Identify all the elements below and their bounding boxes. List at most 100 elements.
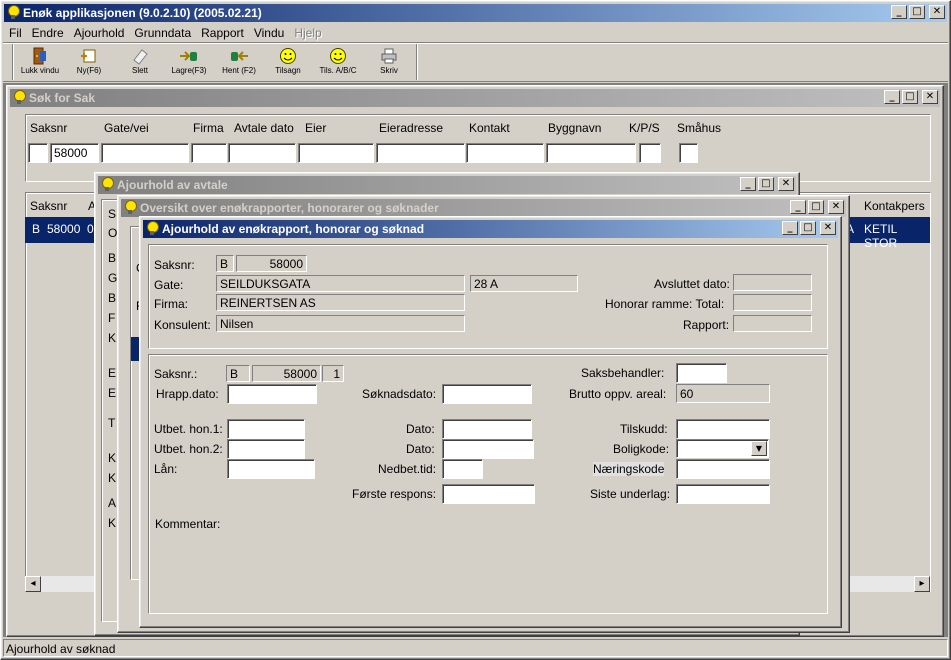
hdr-smahus: Småhus [677, 121, 722, 135]
saksnr-prefix-field: B [216, 255, 234, 272]
fetch-arrow-icon [231, 51, 248, 61]
status-text: Ajourhold av søknad [6, 642, 116, 656]
forste-input[interactable] [442, 484, 535, 504]
utbet2-label: Utbet. hon.2: [154, 442, 223, 456]
avtale-side-letter: B [108, 291, 117, 305]
app-title: Enøk applikasjonen (9.0.2.10) (2005.02.2… [23, 6, 262, 20]
search-kontakt-input[interactable] [466, 143, 544, 163]
avtale-side-letter: S [108, 207, 117, 221]
form-saksnr: 58000 [252, 365, 321, 382]
honorar-field [733, 294, 812, 311]
eraser-icon [133, 49, 148, 65]
soknadsdato-input[interactable] [442, 384, 532, 404]
dialog-minimize-button[interactable]: _ [782, 221, 798, 235]
konsulent-label: Konsulent: [154, 318, 211, 332]
menu-rapport[interactable]: Rapport [201, 26, 244, 40]
search-saksnr-prefix[interactable] [28, 143, 48, 163]
oversikt-title: Oversikt over enøkrapporter, honorarer o… [140, 201, 439, 215]
kommentar-label: Kommentar: [155, 517, 221, 531]
delete-button[interactable]: Slett [114, 46, 166, 75]
saksnr-label: Saksnr: [154, 258, 195, 272]
delete-label: Slett [131, 66, 148, 75]
avtale-title: Ajourhold av avtale [117, 178, 228, 192]
scroll-right-button[interactable]: ▸ [914, 576, 930, 592]
search-eier-input[interactable] [298, 143, 374, 163]
search-minimize-button[interactable]: _ [884, 90, 900, 104]
search-smahus-checkbox[interactable] [679, 143, 698, 163]
search-kps-input[interactable] [639, 143, 661, 163]
dato1-label: Dato: [406, 422, 435, 436]
scroll-left-button[interactable]: ◂ [25, 576, 41, 592]
search-titlebar[interactable]: Søk for Sak _ □ ✕ [10, 89, 940, 107]
dato1-input[interactable] [442, 419, 532, 439]
dialog-titlebar[interactable]: Ajourhold av enøkrapport, honorar og søk… [143, 220, 838, 238]
avsluttet-label: Avsluttet dato: [654, 277, 730, 291]
menu-fil[interactable]: Fil [9, 26, 22, 40]
oversikt-close-button[interactable]: ✕ [828, 200, 844, 214]
siste-input[interactable] [676, 484, 770, 504]
utbet1-input[interactable] [227, 419, 305, 439]
menu-grunndata[interactable]: Grunndata [134, 26, 191, 40]
close-window-button[interactable]: Lukk vindu [14, 46, 66, 75]
lan-input[interactable] [227, 459, 315, 479]
chevron-down-icon[interactable]: ▼ [751, 441, 767, 456]
avtale-side-letter: T [108, 416, 116, 430]
search-close-button[interactable]: ✕ [922, 90, 938, 104]
oversikt-titlebar[interactable]: Oversikt over enøkrapporter, honorarer o… [121, 199, 846, 217]
firma-field: REINERTSEN AS [216, 294, 465, 311]
maximize-button[interactable]: □ [909, 5, 925, 19]
oversikt-maximize-button[interactable]: □ [808, 200, 824, 214]
row-prefix: B [32, 222, 41, 236]
menu-ajourhold[interactable]: Ajourhold [74, 26, 125, 40]
avtale-minimize-button[interactable]: _ [740, 177, 756, 191]
hdr-kps: K/P/S [629, 121, 660, 135]
naeringskode-label: Næringskode [593, 462, 665, 476]
window-bulb-icon [12, 90, 26, 106]
tilsagn-abc-button[interactable]: Tils. A/B/C [312, 46, 364, 75]
dialog-title: Ajourhold av enøkrapport, honorar og søk… [162, 222, 425, 236]
search-gate-input[interactable] [101, 143, 189, 163]
print-button[interactable]: Skriv [363, 46, 415, 75]
naeringskode-input[interactable] [676, 459, 770, 479]
brutto-field: 60 [676, 384, 770, 403]
fetch-button[interactable]: Hent (F2) [213, 46, 265, 75]
dialog-close-button[interactable]: ✕ [820, 221, 836, 235]
new-button[interactable]: Ny(F6) [63, 46, 115, 75]
dialog-maximize-button[interactable]: □ [800, 221, 816, 235]
smiley-icon [280, 48, 296, 64]
search-eieradresse-input[interactable] [376, 143, 465, 163]
new-label: Ny(F6) [76, 66, 102, 75]
nedbet-input[interactable] [442, 459, 483, 479]
main-titlebar[interactable]: Enøk applikasjonen (9.0.2.10) (2005.02.2… [4, 4, 947, 22]
close-button[interactable]: ✕ [929, 5, 945, 19]
dato2-label: Dato: [406, 442, 435, 456]
search-avtale-dato-input[interactable] [228, 143, 296, 163]
avtale-titlebar[interactable]: Ajourhold av avtale _ □ ✕ [98, 176, 796, 194]
tilsagn-button[interactable]: Tilsagn [262, 46, 314, 75]
search-firma-input[interactable] [191, 143, 227, 163]
minimize-button[interactable]: _ [891, 5, 907, 19]
oversikt-minimize-button[interactable]: _ [790, 200, 806, 214]
tilskudd-input[interactable] [676, 419, 770, 439]
menu-vindu[interactable]: Vindu [254, 26, 284, 40]
utbet2-input[interactable] [227, 439, 305, 459]
saksbehandler-input[interactable] [676, 363, 727, 383]
search-maximize-button[interactable]: □ [902, 90, 918, 104]
list-hdr-kontaktperson: Kontakpers [864, 199, 925, 213]
search-saksnr-input[interactable]: 58000 [50, 143, 99, 163]
avtale-maximize-button[interactable]: □ [758, 177, 774, 191]
hdr-kontakt: Kontakt [469, 121, 510, 135]
search-byggnavn-input[interactable] [546, 143, 636, 163]
menu-bar: Fil Endre Ajourhold Grunndata Rapport Vi… [4, 24, 322, 42]
menu-hjelp[interactable]: Hjelp [294, 26, 321, 40]
menu-endre[interactable]: Endre [32, 26, 64, 40]
utbet1-label: Utbet. hon.1: [154, 422, 223, 436]
save-label: Lagre(F3) [171, 66, 207, 75]
dato2-input[interactable] [442, 439, 534, 459]
brutto-label: Brutto oppv. areal: [569, 387, 667, 401]
tilsagn-label: Tilsagn [275, 66, 301, 75]
save-button[interactable]: Lagre(F3) [163, 46, 215, 75]
hrapp-input[interactable] [227, 384, 317, 404]
forste-label: Første respons: [352, 487, 437, 501]
avtale-close-button[interactable]: ✕ [778, 177, 794, 191]
